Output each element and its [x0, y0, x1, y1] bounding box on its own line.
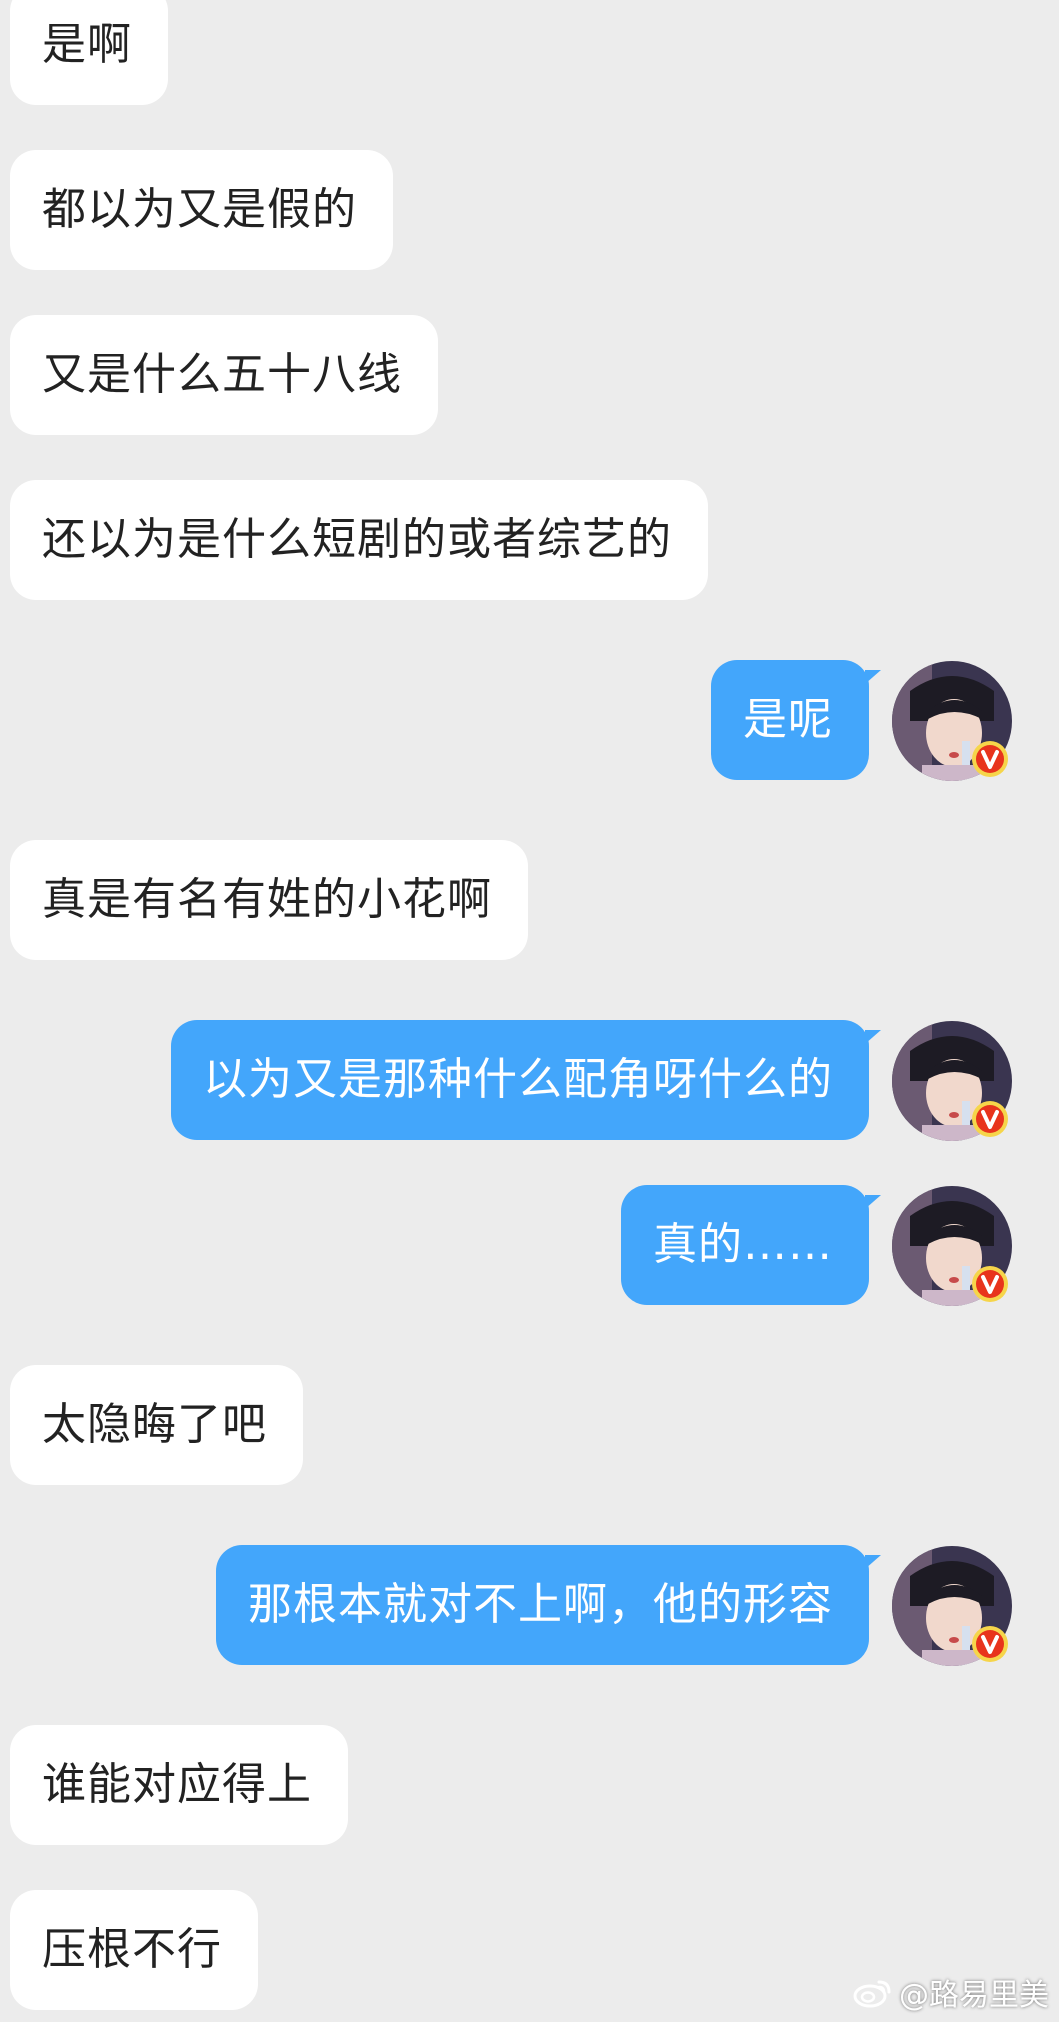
incoming-message-bubble[interactable]: 又是什么五十八线: [10, 315, 438, 435]
outgoing-message-bubble[interactable]: 是呢: [711, 660, 881, 780]
portrait-avatar-icon[interactable]: [892, 1021, 1012, 1141]
portrait-avatar-icon[interactable]: [892, 1186, 1012, 1306]
incoming-message-bubble[interactable]: 还以为是什么短剧的或者综艺的: [10, 480, 708, 600]
outgoing-message-bubble[interactable]: 那根本就对不上啊，他的形容: [216, 1545, 881, 1665]
message-row-outgoing: 以为又是那种什么配角呀什么的: [0, 1020, 1059, 1141]
incoming-message-bubble[interactable]: 谁能对应得上: [10, 1725, 348, 1845]
incoming-message-bubble[interactable]: 是啊: [10, 0, 168, 105]
incoming-message-bubble[interactable]: 都以为又是假的: [10, 150, 393, 270]
incoming-message-bubble[interactable]: 真是有名有姓的小花啊: [10, 840, 528, 960]
message-row-outgoing: 是呢: [0, 660, 1059, 781]
message-row-incoming: 真是有名有姓的小花啊: [0, 840, 1059, 960]
message-row-outgoing: 真的……: [0, 1185, 1059, 1306]
weibo-logo-icon: [853, 1976, 893, 2008]
message-row-outgoing: 那根本就对不上啊，他的形容: [0, 1545, 1059, 1666]
incoming-message-bubble[interactable]: 压根不行: [10, 1890, 258, 2010]
message-row-incoming: 谁能对应得上: [0, 1725, 1059, 1845]
portrait-avatar-icon[interactable]: [892, 1546, 1012, 1666]
message-row-incoming: 还以为是什么短剧的或者综艺的: [0, 480, 1059, 600]
message-row-incoming: 都以为又是假的: [0, 150, 1059, 270]
message-row-incoming: 是啊: [0, 0, 1059, 105]
outgoing-message-bubble[interactable]: 以为又是那种什么配角呀什么的: [171, 1020, 881, 1140]
incoming-message-bubble[interactable]: 太隐晦了吧: [10, 1365, 303, 1485]
chat-thread: 是啊 都以为又是假的 又是什么五十八线 还以为是什么短剧的或者综艺的 是呢 真是…: [0, 0, 1059, 2022]
portrait-avatar-icon[interactable]: [892, 661, 1012, 781]
message-row-incoming: 又是什么五十八线: [0, 315, 1059, 435]
message-row-incoming: 太隐晦了吧: [0, 1365, 1059, 1485]
watermark-text: @路易里美: [899, 1978, 1049, 2013]
outgoing-message-bubble[interactable]: 真的……: [621, 1185, 881, 1305]
watermark: @路易里美: [853, 1970, 1049, 2014]
